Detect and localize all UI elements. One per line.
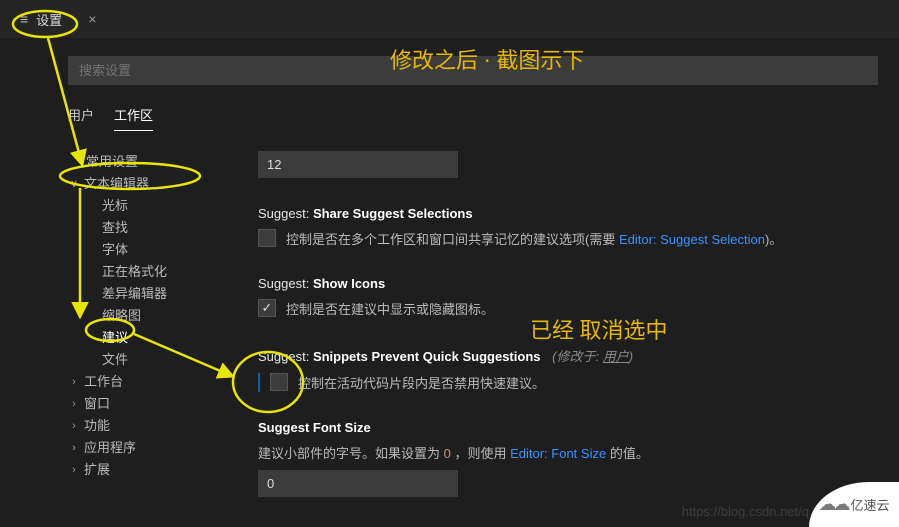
settings-icon: ≡ — [20, 11, 28, 27]
tree-common[interactable]: 常用设置 — [68, 151, 248, 173]
tab-title: 设置 — [36, 10, 62, 29]
chevron-right-icon: › — [68, 415, 80, 437]
chevron-right-icon: › — [68, 437, 80, 459]
settings-tree: 常用设置 ∨文本编辑器 光标 查找 字体 正在格式化 差异编辑器 缩略图 建议 … — [68, 151, 248, 497]
tree-extensions[interactable]: ›扩展 — [68, 459, 248, 481]
tree-formatting[interactable]: 正在格式化 — [68, 261, 248, 283]
tab-settings[interactable]: ≡ 设置 × — [10, 6, 106, 33]
setting-desc: 控制是否在建议中显示或隐藏图标。 — [286, 299, 494, 318]
tree-features[interactable]: ›功能 — [68, 415, 248, 437]
chevron-down-icon: ∨ — [68, 173, 80, 195]
setting-desc: 控制是否在多个工作区和窗口间共享记忆的建议选项(需要 Editor: Sugge… — [286, 229, 782, 248]
close-icon[interactable]: × — [88, 11, 96, 27]
titlebar: ≡ 设置 × — [0, 0, 899, 38]
setting-scope-note: (修改于: 用户) — [552, 349, 633, 364]
chevron-right-icon: › — [68, 459, 80, 481]
watermark: https://blog.csdn.net/q — [682, 504, 809, 519]
tree-workbench[interactable]: ›工作台 — [68, 371, 248, 393]
tree-texteditor[interactable]: ∨文本编辑器 — [68, 173, 248, 195]
setting-share-selections: Suggest: Share Suggest Selections 控制是否在多… — [258, 206, 879, 248]
cloud-icon: ☁☁ — [818, 494, 846, 515]
tree-find[interactable]: 查找 — [68, 217, 248, 239]
tree-font[interactable]: 字体 — [68, 239, 248, 261]
tab-user[interactable]: 用户 — [68, 105, 94, 131]
annotation-right: 已经 取消选中 — [530, 313, 668, 345]
setting-desc: 控制在活动代码片段内是否禁用快速建议。 — [298, 373, 545, 392]
setting-snippets-prevent: Suggest: Snippets Prevent Quick Suggesti… — [258, 346, 879, 392]
link-suggest-selection[interactable]: Editor: Suggest Selection — [619, 232, 765, 247]
checkbox-share-selections[interactable] — [258, 229, 276, 247]
tree-application[interactable]: ›应用程序 — [68, 437, 248, 459]
tree-window[interactable]: ›窗口 — [68, 393, 248, 415]
setting-show-icons: Suggest: Show Icons ✓ 控制是否在建议中显示或隐藏图标。 — [258, 276, 879, 318]
tree-diff[interactable]: 差异编辑器 — [68, 283, 248, 305]
scope-tabs: 用户 工作区 — [68, 105, 899, 131]
tree-suggest[interactable]: 建议 — [68, 327, 248, 349]
chevron-right-icon: › — [68, 393, 80, 415]
link-editor-font-size[interactable]: Editor: Font Size — [510, 446, 606, 461]
checkbox-snippets-prevent[interactable] — [270, 373, 288, 391]
suggest-font-size-input[interactable] — [258, 470, 458, 497]
chevron-right-icon: › — [68, 371, 80, 393]
numeric-input-top[interactable] — [258, 151, 458, 178]
tree-files[interactable]: 文件 — [68, 349, 248, 371]
setting-suggest-font-size: Suggest Font Size 建议小部件的字号。如果设置为 0 ，则使用 … — [258, 420, 879, 497]
tab-workspace[interactable]: 工作区 — [114, 105, 153, 131]
checkbox-show-icons[interactable]: ✓ — [258, 299, 276, 317]
annotation-top: 修改之后 · 截图示下 — [390, 43, 584, 75]
tree-minimap[interactable]: 缩略图 — [68, 305, 248, 327]
tree-cursor[interactable]: 光标 — [68, 195, 248, 217]
